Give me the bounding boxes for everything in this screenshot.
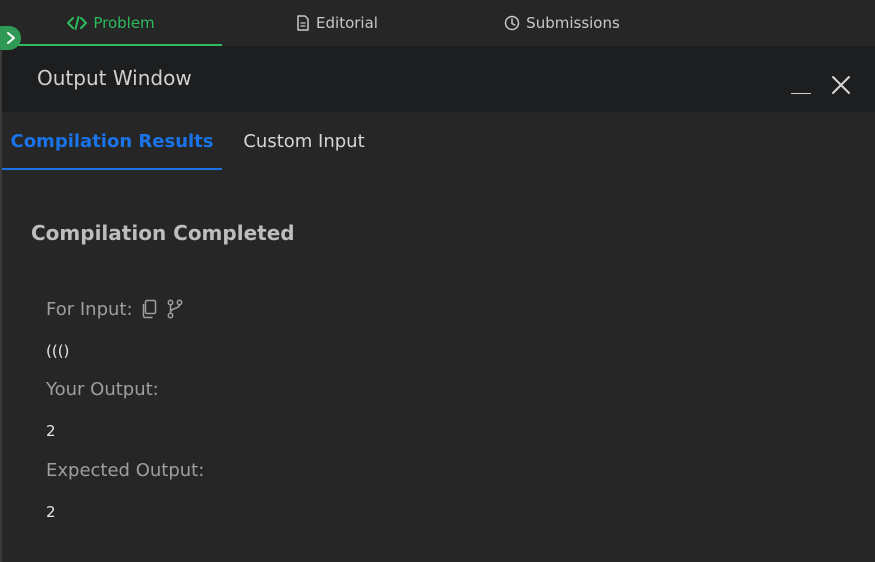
close-button[interactable]	[830, 74, 852, 96]
minimize-button[interactable]	[788, 76, 812, 96]
for-input-label: For Input:	[46, 298, 133, 320]
panel-title: Output Window	[37, 66, 192, 90]
clock-icon	[504, 15, 520, 31]
input-value: ((()	[46, 342, 70, 360]
tab-custom-input[interactable]: Custom Input	[224, 112, 384, 170]
tab-editorial[interactable]: Editorial	[222, 0, 452, 46]
top-tab-bar: Problem Editorial Submissions	[0, 0, 875, 46]
code-icon	[67, 16, 88, 30]
tab-compilation-results[interactable]: Compilation Results	[2, 112, 222, 170]
for-input-row: For Input:	[46, 298, 185, 320]
your-output-value: 2	[46, 422, 56, 440]
output-window-header: Output Window	[2, 46, 875, 112]
document-icon	[296, 15, 310, 31]
copy-icon[interactable]	[139, 298, 159, 320]
expected-output-label: Expected Output:	[46, 460, 205, 481]
your-output-label: Your Output:	[46, 379, 159, 400]
compilation-status: Compilation Completed	[31, 221, 295, 245]
tab-problem-label: Problem	[93, 14, 155, 32]
output-window: Output Window Compilation Results Custom…	[0, 46, 875, 562]
close-icon	[830, 74, 852, 96]
tab-submissions[interactable]: Submissions	[452, 0, 672, 46]
expected-output-value: 2	[46, 503, 56, 521]
tab-problem[interactable]: Problem	[0, 0, 222, 46]
minimize-icon	[791, 92, 811, 94]
branch-icon[interactable]	[165, 298, 185, 320]
tab-submissions-label: Submissions	[526, 14, 620, 32]
result-tab-bar: Compilation Results Custom Input	[2, 112, 875, 170]
tab-editorial-label: Editorial	[316, 14, 378, 32]
chevron-right-icon	[6, 31, 16, 45]
